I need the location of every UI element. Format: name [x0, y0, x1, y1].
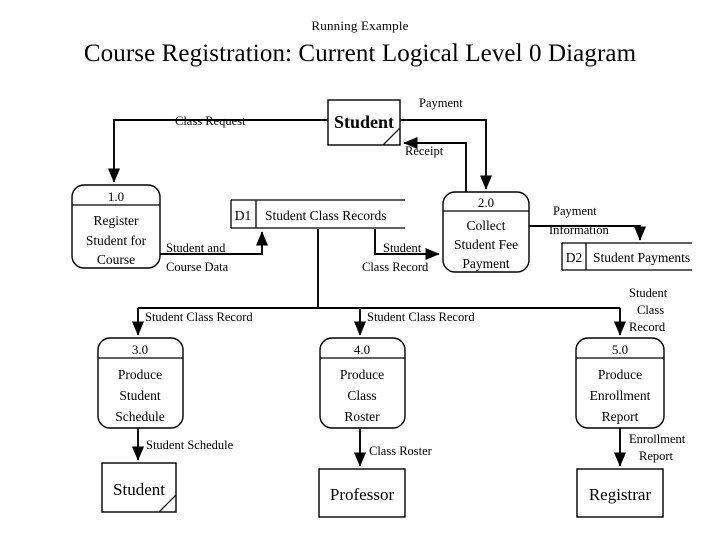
process-1-label-line2: Student for — [86, 233, 147, 248]
process-2-collect-student-fee-payment[interactable]: 2.0 Collect Student Fee Payment — [442, 191, 530, 273]
flow-label-scr-p5-3: Record — [629, 320, 666, 334]
flow-payment-information: Payment Information — [529, 204, 647, 241]
process-5-label-line2: Enrollment — [590, 388, 651, 403]
process-2-label-line3: Payment — [462, 256, 509, 271]
flow-label-scr-p5-2: Class — [637, 303, 664, 317]
external-entity-registrar[interactable]: Registrar — [576, 468, 664, 518]
flow-student-schedule: Student Schedule — [131, 428, 234, 461]
flow-label-class-roster: Class Roster — [369, 444, 433, 458]
flow-label-payment-info-2: Information — [549, 223, 609, 237]
process-5-label-line1: Produce — [598, 367, 642, 382]
data-store-d1-name: Student Class Records — [265, 208, 387, 223]
flow-label-student-course-data-2: Course Data — [166, 260, 229, 274]
process-2-number: 2.0 — [478, 195, 494, 210]
process-1-label-line1: Register — [94, 213, 139, 228]
external-entity-professor[interactable]: Professor — [318, 468, 406, 518]
process-1-label-line3: Course — [97, 252, 135, 267]
external-entity-label-professor: Professor — [330, 485, 395, 504]
process-5-number: 5.0 — [612, 342, 628, 357]
flow-label-student-course-data-1: Student and — [166, 241, 226, 255]
flow-label-payment-info-1: Payment — [553, 204, 597, 218]
data-store-d2-name: Student Payments — [593, 250, 690, 265]
external-entity-student-bottom[interactable]: Student — [101, 462, 177, 513]
process-2-label-line2: Student Fee — [454, 237, 518, 252]
flow-enrollment-report: Enrollment Report — [613, 428, 686, 467]
process-5-label-line3: Report — [602, 409, 639, 424]
flow-label-enrollment-report-1: Enrollment — [629, 432, 686, 446]
data-store-d1-student-class-records[interactable]: D1 Student Class Records — [230, 199, 405, 229]
process-3-number: 3.0 — [132, 342, 148, 357]
flow-label-class-request: Class Request — [175, 114, 246, 128]
flow-scr-to-process2: Student Class Record — [362, 229, 440, 274]
flow-label-enrollment-report-2: Report — [639, 449, 674, 463]
process-1-register-student-for-course[interactable]: 1.0 Register Student for Course — [71, 184, 161, 269]
flow-receipt: Receipt — [403, 136, 467, 192]
external-entity-label-student-top: Student — [334, 112, 394, 132]
dfd-canvas: Running Example Course Registration: Cur… — [0, 0, 720, 540]
external-entity-label-registrar: Registrar — [589, 485, 652, 504]
process-4-number: 4.0 — [354, 342, 370, 357]
process-3-label-line3: Schedule — [115, 409, 165, 424]
process-4-label-line3: Roster — [344, 409, 380, 424]
flow-label-scr-p4: Student Class Record — [367, 310, 475, 324]
flow-label-scr-p2-1: Student — [383, 241, 422, 255]
process-4-label-line2: Class — [347, 388, 376, 403]
flow-class-roster: Class Roster — [353, 428, 433, 467]
flow-student-course-data: Student and Course Data — [160, 231, 269, 274]
process-4-produce-class-roster[interactable]: 4.0 Produce Class Roster — [319, 337, 406, 429]
flow-label-scr-p2-2: Class Record — [362, 260, 429, 274]
flow-class-request: Class Request — [107, 114, 328, 183]
external-entity-student-top[interactable]: Student — [327, 99, 401, 146]
flow-label-student-schedule: Student Schedule — [146, 438, 234, 452]
external-entity-label-student-bottom: Student — [113, 480, 165, 499]
flow-label-payment: Payment — [419, 96, 463, 110]
data-store-d2-student-payments[interactable]: D2 Student Payments — [561, 242, 692, 271]
dfd-svg-root: Class Request Payment Receipt Student an… — [71, 96, 692, 518]
flow-label-scr-p5-1: Student — [629, 286, 668, 300]
flow-label-receipt: Receipt — [405, 144, 444, 158]
process-3-produce-student-schedule[interactable]: 3.0 Produce Student Schedule — [97, 337, 184, 429]
process-3-label-line2: Student — [119, 388, 161, 403]
process-1-number: 1.0 — [108, 189, 124, 204]
data-store-d2-code: D2 — [566, 250, 583, 265]
process-3-label-line1: Produce — [118, 367, 162, 382]
process-4-label-line1: Produce — [340, 367, 384, 382]
flow-label-scr-p3: Student Class Record — [145, 310, 253, 324]
data-store-d1-code: D1 — [235, 208, 252, 223]
process-5-produce-enrollment-report[interactable]: 5.0 Produce Enrollment Report — [575, 337, 665, 429]
process-2-label-line1: Collect — [467, 218, 506, 233]
